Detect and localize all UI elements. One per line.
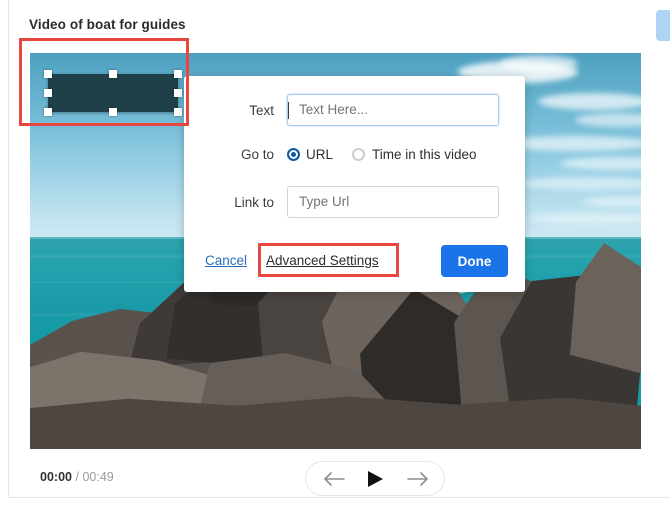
time-display: 00:00 / 00:49 [40,470,114,484]
cloud-icon [575,113,641,127]
text-input[interactable] [287,94,499,126]
card-bottom-divider [8,497,670,498]
arrow-left-icon[interactable] [314,462,354,495]
goto-field-label: Go to [240,147,274,162]
resize-handle-ne[interactable] [174,70,182,78]
arrow-right-glyph [407,472,428,486]
resize-handle-nw[interactable] [44,70,52,78]
arrow-right-icon[interactable] [398,462,438,495]
dialog-footer: Cancel Advanced Settings Done [184,236,525,292]
page-title: Video of boat for guides [29,17,186,32]
radio-label-time: Time in this video [372,147,477,162]
advanced-settings-link[interactable]: Advanced Settings [266,253,379,268]
resize-handle-e[interactable] [174,89,182,97]
transport-controls [305,461,445,496]
card-left-divider [8,0,9,498]
top-right-blue-chip[interactable] [656,10,670,41]
play-icon[interactable] [356,462,392,495]
cloud-icon [560,157,641,170]
url-input[interactable] [287,186,499,218]
link-to-field-row: Link to [184,186,525,220]
radio-selected-icon [287,148,300,161]
resize-handle-n[interactable] [109,70,117,78]
cloud-icon [528,213,641,224]
cloud-icon [500,55,578,72]
cloud-icon [538,93,641,110]
current-time: 00:00 [40,470,72,484]
radio-unselected-icon [352,148,365,161]
resize-handle-sw[interactable] [44,108,52,116]
rock-formation [30,396,641,449]
radio-label-url: URL [306,147,334,162]
time-separator: / [75,470,79,484]
text-cursor [288,102,289,119]
goto-field-row: Go to URL Time in this video [184,138,525,172]
arrow-left-glyph [324,472,345,486]
playback-bar: 00:00 / 00:49 [9,450,670,497]
total-time: 00:49 [82,470,114,484]
link-to-field-label: Link to [234,195,274,210]
done-button[interactable]: Done [441,245,508,277]
text-field-row: Text [184,94,525,128]
cloud-icon [520,177,641,190]
cancel-link[interactable]: Cancel [205,253,247,268]
text-field-label: Text [249,103,274,118]
hotspot-overlay[interactable] [44,70,182,116]
resize-handle-se[interactable] [174,108,182,116]
resize-handle-s[interactable] [109,108,117,116]
editor-page: Video of boat for guides Text Text Here.… [0,0,670,506]
resize-handle-w[interactable] [44,89,52,97]
cloud-icon [582,196,641,207]
play-triangle-glyph [368,471,383,487]
link-settings-dialog: Text Go to URL Time in this video Link t… [184,76,525,292]
